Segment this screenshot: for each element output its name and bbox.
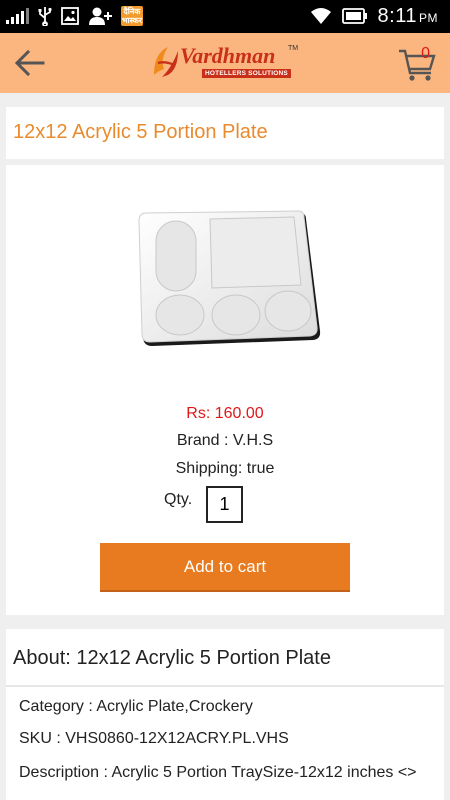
product-sku: SKU : VHS0860-12X12ACRY.PL.VHS (19, 730, 289, 747)
add-to-cart-button[interactable]: Add to cart (100, 543, 350, 592)
divider (6, 685, 444, 687)
battery-icon (341, 8, 367, 24)
add-contact-icon (89, 7, 112, 25)
clock-time: 8:11 (377, 4, 417, 27)
app-bar: Vardhman TM HOTELLERS SOLUTIONS 0 (0, 33, 450, 93)
logo-tagline: HOTELLERS SOLUTIONS (202, 69, 291, 78)
product-description: Description : Acrylic 5 Portion TraySize… (19, 764, 417, 781)
status-bar-left: दैनिक भास्कर (6, 4, 143, 28)
wifi-icon (310, 8, 331, 24)
image-icon (61, 7, 79, 25)
news-app-icon: दैनिक भास्कर (121, 6, 143, 26)
product-brand: Brand : V.H.S (176, 432, 274, 449)
product-price: Rs: 160.00 (186, 405, 264, 422)
product-detail-card: Rs: 160.00 Brand : V.H.S Shipping: true … (6, 165, 444, 615)
about-card: About: 12x12 Acrylic 5 Portion Plate Cat… (6, 629, 444, 800)
quantity-label: Qty. (164, 491, 193, 508)
logo-wordmark: Vardhman (180, 43, 276, 68)
cart-button[interactable] (398, 43, 436, 83)
back-button[interactable] (14, 49, 46, 77)
product-title: 12x12 Acrylic 5 Portion Plate (13, 121, 268, 143)
product-shipping: Shipping: true (175, 460, 275, 477)
logo-emblem-icon (154, 47, 178, 77)
signal-icon (6, 8, 29, 24)
logo-trademark: TM (288, 45, 299, 52)
product-image (138, 210, 321, 346)
clock: 8:11 PM (378, 5, 438, 28)
product-category: Category : Acrylic Plate,Crockery (19, 698, 253, 715)
usb-icon (38, 7, 52, 26)
quantity-input[interactable] (206, 486, 243, 523)
vardhman-logo: Vardhman TM HOTELLERS SOLUTIONS (150, 43, 300, 83)
product-title-card: 12x12 Acrylic 5 Portion Plate (6, 107, 444, 159)
cart-icon (399, 49, 436, 81)
status-bar: दैनिक भास्कर 8:11 PM (0, 0, 450, 33)
status-bar-right: 8:11 PM (310, 4, 438, 28)
clock-ampm: PM (419, 10, 438, 25)
about-title: About: 12x12 Acrylic 5 Portion Plate (13, 647, 331, 669)
back-arrow-icon (14, 49, 45, 77)
cart-count-badge: 0 (421, 45, 430, 62)
